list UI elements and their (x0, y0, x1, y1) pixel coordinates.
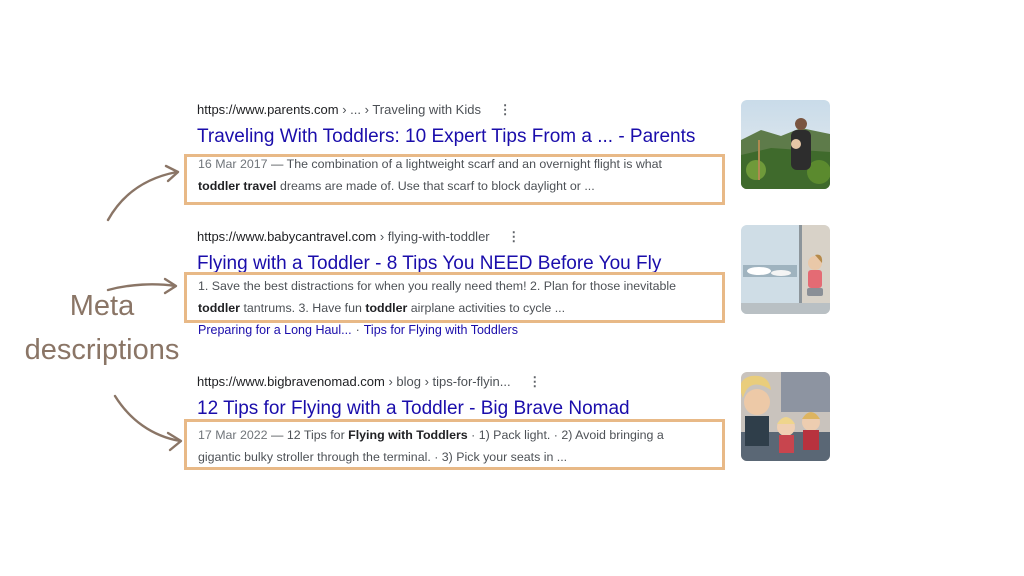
arrowhead (166, 431, 183, 452)
annotation-arrows (106, 164, 183, 452)
arrow-to-snippet-1 (106, 170, 179, 222)
arrow-to-snippet-2 (106, 283, 177, 292)
